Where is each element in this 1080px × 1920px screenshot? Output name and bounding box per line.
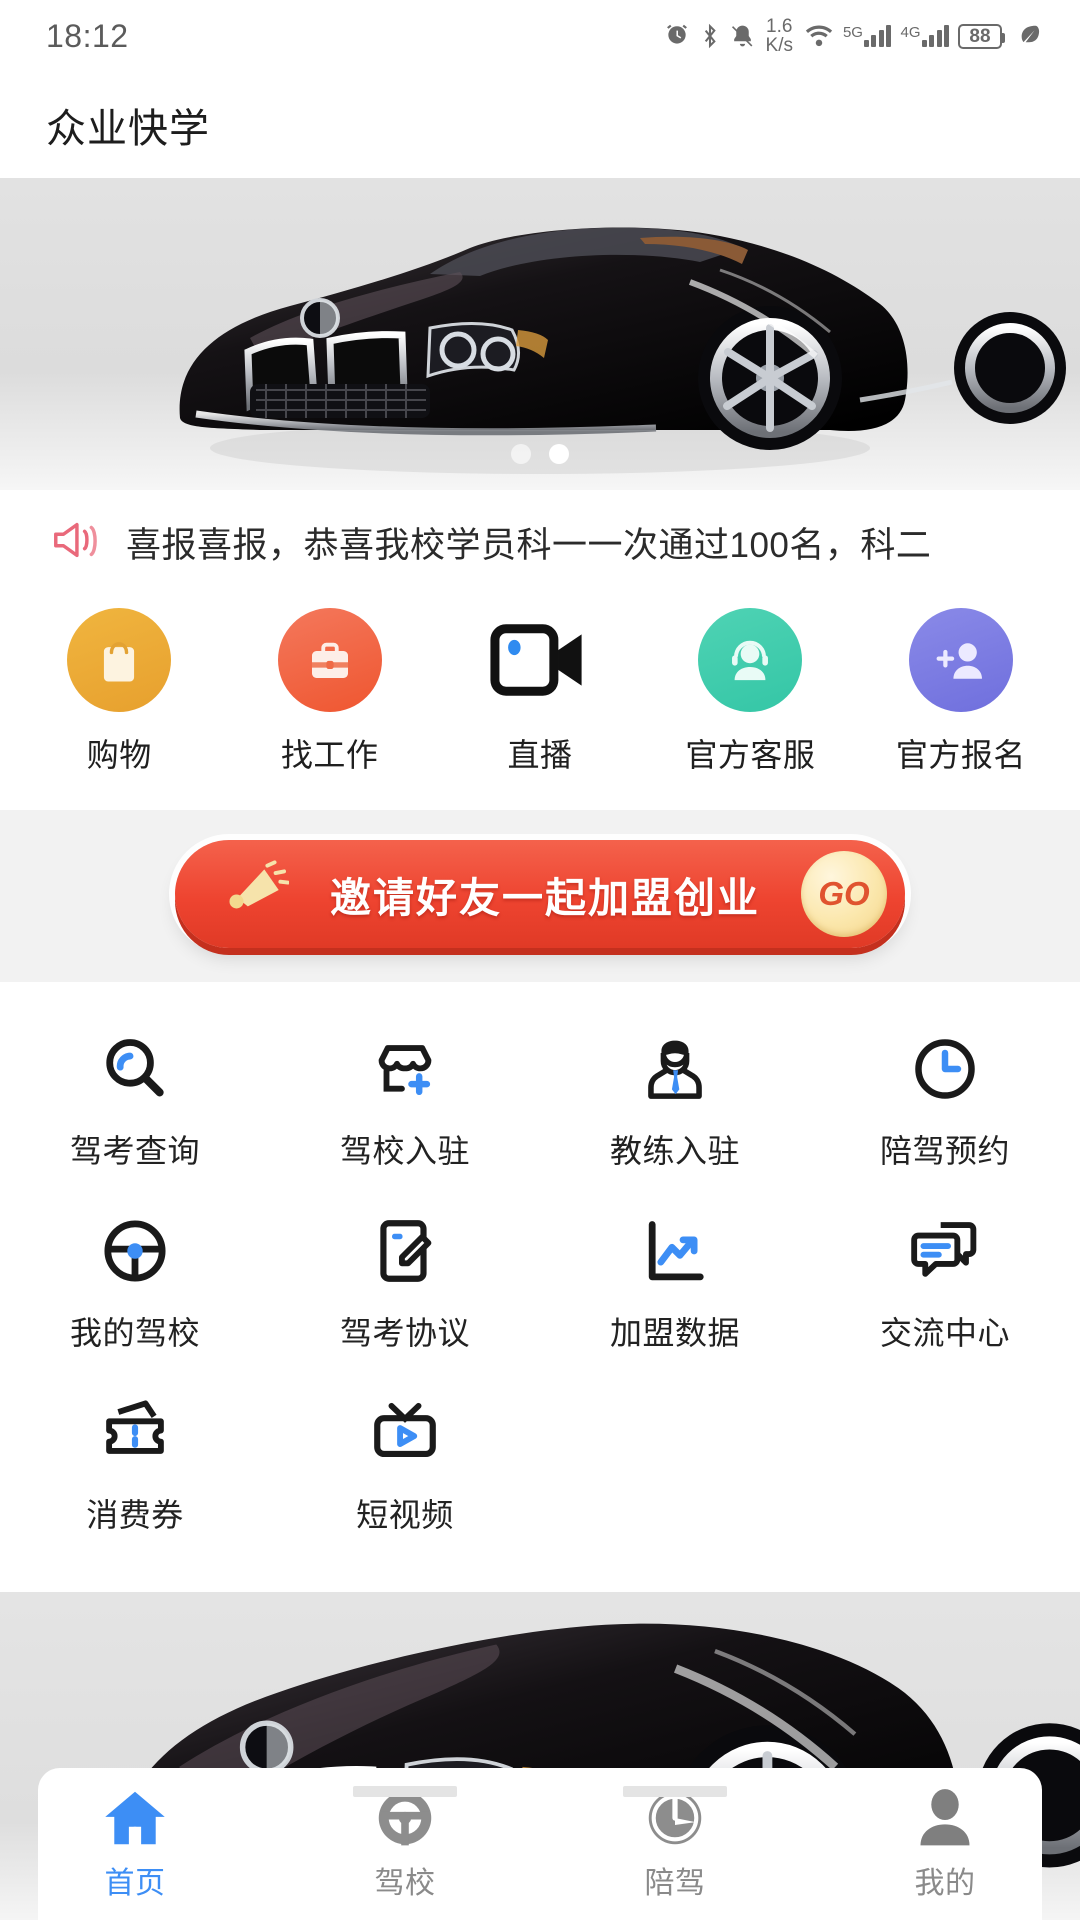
- bluetooth-icon: [699, 23, 721, 49]
- bottom-navigation: 首页 驾校 陪驾 我的: [0, 1768, 1080, 1920]
- nav-item-driving-school[interactable]: 驾校: [270, 1782, 540, 1902]
- feature-grid-row: 我的驾校 驾考协议 加盟数据 交流中心: [0, 1192, 1080, 1374]
- nav-item-profile[interactable]: 我的: [810, 1782, 1080, 1902]
- wifi-icon: [804, 23, 834, 49]
- magnifier-icon: [92, 1026, 178, 1112]
- document-edit-icon: [362, 1208, 448, 1294]
- carousel-dot-active[interactable]: [549, 444, 569, 464]
- chart-trend-icon: [632, 1208, 718, 1294]
- megaphone-icon: [219, 859, 290, 929]
- status-icons: 1.6 K/s 5G 4G 88: [664, 15, 1040, 56]
- quick-action-find-job[interactable]: 找工作: [224, 608, 434, 776]
- page-title: 众业快学: [46, 107, 210, 151]
- add-user-icon: [908, 608, 1013, 712]
- promo-banner[interactable]: 首页 驾校 陪驾 我的: [0, 1592, 1080, 1920]
- battery-icon: 88: [958, 23, 1005, 49]
- carousel-dot[interactable]: [511, 444, 531, 464]
- nav-label: 首页: [104, 1867, 166, 1900]
- signal-4g-icon: 4G: [900, 25, 949, 47]
- video-play-icon: [362, 1390, 448, 1476]
- feature-grid-spacer: [540, 1374, 810, 1556]
- clock-icon: [902, 1026, 988, 1112]
- nav-label: 我的: [914, 1867, 976, 1900]
- feature-accompany-booking[interactable]: 陪驾预约: [810, 1010, 1080, 1192]
- feature-grid-spacer: [810, 1374, 1080, 1556]
- nav-item-accompany-driving[interactable]: 陪驾: [540, 1782, 810, 1902]
- banner-carousel[interactable]: [0, 178, 1080, 490]
- carousel-dots[interactable]: [0, 444, 1080, 464]
- status-bar: 18:12 1.6 K/s 5G 4G 88: [0, 0, 1080, 72]
- quick-action-official-signup[interactable]: 官方报名: [856, 608, 1066, 776]
- feature-label: 消费券: [86, 1497, 184, 1533]
- feature-label: 驾校入驻: [339, 1133, 470, 1169]
- feature-exam-query[interactable]: 驾考查询: [0, 1010, 270, 1192]
- feature-grid-row: 驾考查询 驾校入驻 教练入驻 陪驾预约: [0, 1010, 1080, 1192]
- feature-franchise-data[interactable]: 加盟数据: [540, 1192, 810, 1374]
- feature-label: 教练入驻: [609, 1133, 740, 1169]
- notice-text: 喜报喜报，恭喜我校学员科一一次通过100名，科二: [126, 525, 932, 565]
- feature-school-join[interactable]: 驾校入驻: [270, 1010, 540, 1192]
- invite-banner-section: 邀请好友一起加盟创业 GO: [0, 810, 1080, 982]
- coach-person-icon: [632, 1026, 718, 1112]
- feature-grid: 驾考查询 驾校入驻 教练入驻 陪驾预约 我的驾校 驾考协议 加盟数据 交流中心 …: [0, 982, 1080, 1592]
- quick-action-label: 官方客服: [685, 737, 816, 773]
- feature-my-school[interactable]: 我的驾校: [0, 1192, 270, 1374]
- shop-add-icon: [362, 1026, 448, 1112]
- quick-action-label: 官方报名: [895, 737, 1026, 773]
- quick-action-official-support[interactable]: 官方客服: [645, 608, 855, 776]
- feature-label: 加盟数据: [609, 1315, 740, 1351]
- feature-label: 我的驾校: [69, 1315, 200, 1351]
- feature-community-center[interactable]: 交流中心: [810, 1192, 1080, 1374]
- home-icon: [99, 1782, 171, 1854]
- notice-bar[interactable]: 喜报喜报，恭喜我校学员科一一次通过100名，科二: [0, 490, 1080, 594]
- feature-exam-agreement[interactable]: 驾考协议: [270, 1192, 540, 1374]
- battery-level: 88: [958, 23, 1005, 49]
- megaphone-icon: [50, 518, 100, 567]
- nav-item-home[interactable]: 首页: [0, 1782, 270, 1902]
- invite-friends-banner[interactable]: 邀请好友一起加盟创业 GO: [175, 840, 905, 948]
- quick-action-live[interactable]: 直播: [435, 608, 645, 776]
- feature-short-video[interactable]: 短视频: [270, 1374, 540, 1556]
- feature-label: 短视频: [356, 1497, 454, 1533]
- feature-label: 陪驾预约: [879, 1133, 1010, 1169]
- feature-coupon[interactable]: 消费券: [0, 1374, 270, 1556]
- quick-action-shopping[interactable]: 购物: [14, 608, 224, 776]
- shopping-bag-icon: [67, 608, 172, 712]
- nav-placeholder-bar: [623, 1786, 727, 1797]
- feature-grid-row: 消费券 短视频: [0, 1374, 1080, 1556]
- chat-bubbles-icon: [902, 1208, 988, 1294]
- mute-icon: [730, 23, 755, 49]
- quick-actions-row: 购物 找工作 直播 官方客服 官方报名: [0, 594, 1080, 810]
- feature-label: 交流中心: [879, 1315, 1010, 1351]
- nav-placeholder-bar: [353, 1786, 457, 1797]
- feature-coach-join[interactable]: 教练入驻: [540, 1010, 810, 1192]
- app-screen: 18:12 1.6 K/s 5G 4G 88 众业快学 喜报喜报，恭喜我校学员科…: [0, 0, 1080, 1920]
- video-camera-icon: [488, 608, 592, 712]
- feature-label: 驾考查询: [69, 1133, 200, 1169]
- coupon-ticket-icon: [92, 1390, 178, 1476]
- leaf-icon: [1018, 22, 1040, 51]
- steering-wheel-icon: [92, 1208, 178, 1294]
- net-speed-indicator: 1.6 K/s: [765, 15, 793, 56]
- person-icon: [909, 1782, 981, 1854]
- alarm-icon: [664, 23, 690, 49]
- invite-go-button[interactable]: GO: [801, 851, 887, 937]
- nav-label: 陪驾: [644, 1867, 706, 1900]
- signal-5g-icon: 5G: [843, 25, 892, 47]
- headset-support-icon: [698, 608, 803, 712]
- nav-label: 驾校: [374, 1867, 436, 1900]
- status-time: 18:12: [46, 17, 129, 54]
- quick-action-label: 购物: [86, 737, 152, 773]
- briefcase-icon: [277, 608, 382, 712]
- invite-banner-text: 邀请好友一起加盟创业: [330, 875, 760, 921]
- quick-action-label: 找工作: [280, 737, 379, 773]
- app-header: 众业快学: [0, 72, 1080, 178]
- quick-action-label: 直播: [507, 737, 573, 773]
- feature-label: 驾考协议: [339, 1315, 470, 1351]
